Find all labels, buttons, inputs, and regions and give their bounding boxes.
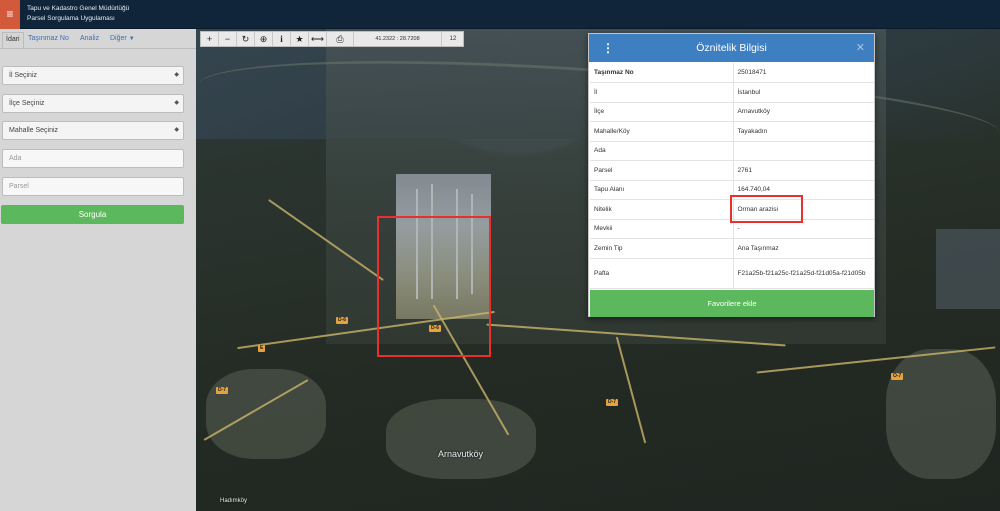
attr-value: 2761: [733, 160, 874, 181]
table-row: Parsel 2761: [590, 160, 874, 181]
attr-key: Zemin Tip: [590, 238, 734, 259]
imagery-overlay-right: [936, 229, 1000, 309]
road-shield: O-7: [891, 373, 904, 380]
app-header: ≡ Tapu ve Kadastro Genel Müdürlüğü Parse…: [0, 0, 1000, 29]
ada-input[interactable]: Ada: [2, 149, 184, 168]
attr-key: Tapu Alanı: [590, 180, 734, 200]
zoom-in-button[interactable]: +: [201, 32, 219, 46]
zoom-out-button[interactable]: −: [219, 32, 237, 46]
tab-idari[interactable]: İdari: [2, 32, 24, 48]
il-select-value: İl Seçiniz: [9, 72, 38, 79]
zoom-level: 12: [449, 36, 457, 42]
urban-area: [886, 349, 996, 479]
attribute-info-modal: Öznitelik Bilgisi ⋮ ✕ Taşınmaz No 2501847…: [588, 33, 875, 317]
menu-icon[interactable]: ≡: [0, 0, 20, 29]
ilce-select-value: İlçe Seçiniz: [9, 100, 45, 107]
sidebar-tabs: İdari Taşınmaz No Analiz Diğer ▼: [0, 29, 196, 49]
app-title: Tapu ve Kadastro Genel Müdürlüğü Parsel …: [27, 4, 129, 24]
info-icon[interactable]: i: [273, 32, 291, 46]
map-toolbar: + − ↻ ⊕ i ★ ⟷ ⎙ 41.2322 : 28.7208 12: [200, 31, 464, 47]
table-row: İlçe Arnavutköy: [590, 102, 874, 122]
locate-icon[interactable]: ⊕: [255, 32, 273, 46]
tab-analiz[interactable]: Analiz: [80, 35, 99, 42]
urban-area: [386, 399, 536, 479]
app-title-line2: Parsel Sorgulama Uygulaması: [27, 15, 115, 22]
road-shield: E: [258, 345, 266, 352]
select-arrows-icon: ◆: [174, 72, 179, 78]
attr-value: İstanbul: [733, 82, 874, 103]
table-row: Taşınmaz No 25018471: [590, 63, 874, 83]
attr-value: Arnavutköy: [733, 102, 874, 122]
attr-key: İlçe: [590, 102, 734, 122]
attr-value: F21a25b-f21a25c-f21a25d-f21d05a-f21d05b: [733, 258, 874, 289]
table-row: Ada: [590, 141, 874, 161]
attr-key: Ada: [590, 141, 734, 161]
tab-diger[interactable]: Diğer ▼: [110, 35, 135, 42]
attr-value: 25018471: [733, 63, 874, 83]
close-icon[interactable]: ✕: [856, 34, 865, 62]
star-icon[interactable]: ★: [291, 32, 309, 46]
kebab-menu-icon[interactable]: ⋮: [602, 34, 614, 62]
attr-key: Nitelik: [590, 199, 734, 220]
attr-key: İl: [590, 82, 734, 103]
ilce-select[interactable]: İlçe Seçiniz ◆: [2, 94, 184, 113]
app-title-line1: Tapu ve Kadastro Genel Müdürlüğü: [27, 5, 130, 12]
mahalle-select-value: Mahalle Seçiniz: [9, 127, 59, 134]
attr-key: Pafta: [590, 258, 734, 289]
parcel-highlight-box: [377, 216, 491, 357]
place-label-hadimkoy: Hadımköy: [220, 498, 248, 504]
road-shield: D-6: [336, 317, 349, 324]
attribute-table: Taşınmaz No 25018471 İl İstanbul İlçe Arnav…: [590, 63, 874, 289]
select-arrows-icon: ◆: [174, 100, 179, 106]
query-sidebar: İdari Taşınmaz No Analiz Diğer ▼ İl Seçin…: [0, 29, 196, 511]
caret-down-icon: ▼: [128, 36, 135, 42]
attr-key: Taşınmaz No: [590, 63, 734, 83]
refresh-icon[interactable]: ↻: [237, 32, 255, 46]
table-row: Pafta F21a25b-f21a25c-f21a25d-f21d05a-f21…: [590, 258, 874, 289]
measure-icon[interactable]: ⟷: [309, 32, 327, 46]
urban-area: [206, 369, 326, 459]
nitelik-highlight-box: [730, 195, 803, 223]
road: [615, 336, 647, 444]
attr-key: Mahalle/Köy: [590, 121, 734, 142]
attr-key: Parsel: [590, 160, 734, 181]
table-row: İl İstanbul: [590, 82, 874, 103]
tab-diger-label: Diğer: [110, 35, 127, 42]
coordinate-readout: 41.2322 : 28.7208: [354, 32, 442, 46]
select-arrows-icon: ◆: [174, 127, 179, 133]
attr-value: Tayakadın: [733, 121, 874, 142]
table-row: Zemin Tip Ana Taşınmaz: [590, 238, 874, 259]
modal-header: Öznitelik Bilgisi ⋮ ✕: [589, 34, 874, 62]
road-shield: D-7: [606, 399, 619, 406]
attr-value: Ana Taşınmaz: [733, 238, 874, 259]
sorgula-button[interactable]: Sorgula: [1, 205, 184, 224]
table-row: Mahalle/Köy Tayakadın: [590, 121, 874, 142]
parsel-input[interactable]: Parsel: [2, 177, 184, 196]
tab-tasinmaz-no[interactable]: Taşınmaz No: [28, 35, 69, 42]
road-shield: D-7: [216, 387, 229, 394]
attr-value: [733, 141, 874, 161]
mahalle-select[interactable]: Mahalle Seçiniz ◆: [2, 121, 184, 140]
modal-title: Öznitelik Bilgisi: [696, 42, 767, 54]
place-label-arnavutkoy: Arnavutköy: [438, 449, 484, 459]
attr-key: Mevkii: [590, 219, 734, 239]
print-icon[interactable]: ⎙: [327, 32, 354, 46]
il-select[interactable]: İl Seçiniz ◆: [2, 66, 184, 85]
add-favorites-button[interactable]: Favorilere ekle: [590, 290, 874, 317]
